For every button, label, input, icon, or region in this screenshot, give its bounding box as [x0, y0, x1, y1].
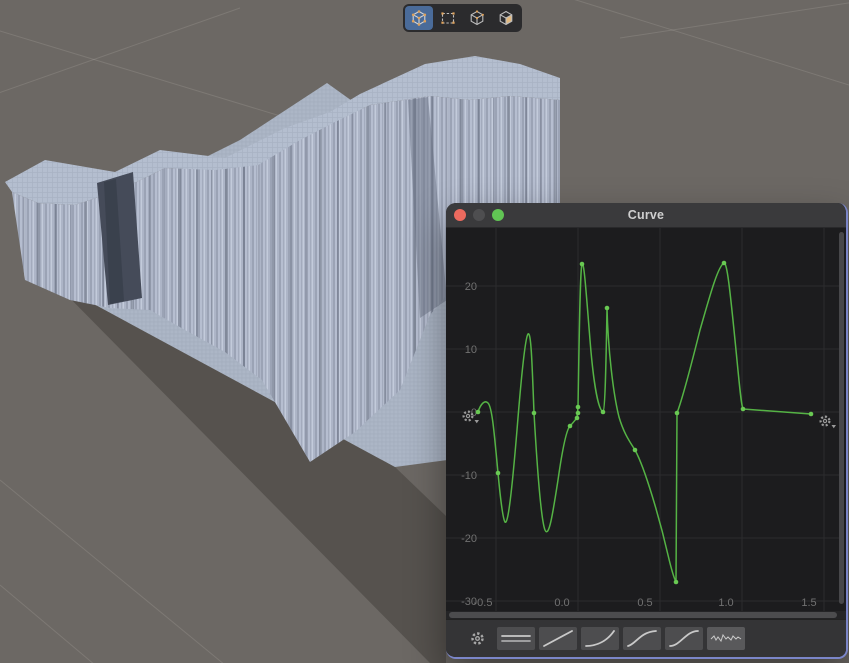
cube-points-mode-button[interactable]: [405, 6, 433, 30]
y-axis-tick-label: 20: [465, 281, 477, 293]
preset-ease-in-icon: [581, 627, 619, 650]
preset-s-curve-button[interactable]: [665, 627, 703, 650]
curve-plot-svg[interactable]: 20100-10-20-30-0.50.00.51.01.5: [446, 228, 842, 613]
y-axis-tick-label: 10: [465, 344, 477, 356]
x-axis-tick-label: 0.5: [637, 597, 652, 609]
gear-icon: [470, 631, 485, 646]
preset-linear-button[interactable]: [539, 627, 577, 650]
preset-settings-gear[interactable]: [470, 631, 485, 646]
cube-face-mode-button[interactable]: [492, 6, 520, 30]
x-axis-tick-label: 1.0: [718, 597, 733, 609]
x-axis-tick-label: -0.5: [474, 597, 493, 609]
cube-wireframe-icon: [468, 9, 486, 27]
curve-control-point[interactable]: [576, 411, 581, 416]
curve-control-point[interactable]: [496, 471, 501, 476]
curve-control-point[interactable]: [568, 424, 573, 429]
curve-control-point[interactable]: [809, 412, 814, 417]
dropdown-arrow-icon: [475, 420, 480, 423]
vertical-scrollbar-thumb[interactable]: [839, 232, 844, 604]
x-axis-tick-label: 0.0: [554, 597, 569, 609]
curve-control-point[interactable]: [576, 405, 581, 410]
preset-ease-out-icon: [623, 627, 661, 650]
curve-control-point[interactable]: [675, 411, 680, 416]
preset-constant-button[interactable]: [497, 627, 535, 650]
gear-icon: [817, 414, 839, 430]
preset-linear-icon: [539, 627, 577, 650]
window-titlebar[interactable]: Curve: [446, 203, 846, 228]
horizontal-scrollbar[interactable]: [446, 611, 846, 619]
preset-noise-icon: [707, 627, 745, 650]
curve-window: Curve 20100-10-20-30-0.50.00.51.01.5: [446, 203, 848, 659]
curve-control-point[interactable]: [580, 262, 585, 267]
cube-points-icon: [410, 9, 428, 27]
curve-control-point[interactable]: [722, 261, 727, 266]
y-axis-tick-label: -10: [461, 470, 477, 482]
window-title: Curve: [446, 208, 846, 222]
horizontal-scrollbar-thumb[interactable]: [449, 612, 837, 618]
dropdown-arrow-icon: [832, 425, 837, 428]
curve-end-gear[interactable]: [817, 414, 839, 430]
curve-control-point[interactable]: [605, 306, 610, 311]
preset-toolbar: [446, 619, 846, 657]
curve-control-point[interactable]: [633, 448, 638, 453]
curve-control-point[interactable]: [674, 580, 679, 585]
marquee-select-icon: [439, 9, 457, 27]
preset-ease-out-button[interactable]: [623, 627, 661, 650]
curve-control-point[interactable]: [741, 407, 746, 412]
y-axis-tick-label: -20: [461, 533, 477, 545]
vertical-scrollbar[interactable]: [839, 232, 844, 604]
curve-plot-area[interactable]: 20100-10-20-30-0.50.00.51.01.5: [446, 228, 846, 619]
app-root: Curve 20100-10-20-30-0.50.00.51.01.5: [0, 0, 849, 663]
preset-s-curve-icon: [665, 627, 703, 650]
cube-face-icon: [497, 9, 515, 27]
curve-path[interactable]: [478, 263, 811, 582]
x-axis-tick-label: 1.5: [801, 597, 816, 609]
cube-wireframe-mode-button[interactable]: [463, 6, 491, 30]
gear-icon: [460, 409, 482, 425]
preset-ease-in-button[interactable]: [581, 627, 619, 650]
mode-toolbar: [403, 4, 522, 32]
preset-constant-icon: [497, 627, 535, 650]
preset-noise-button[interactable]: [707, 627, 745, 650]
curve-control-point[interactable]: [575, 416, 580, 421]
curve-control-point[interactable]: [601, 410, 606, 415]
marquee-select-mode-button[interactable]: [434, 6, 462, 30]
curve-start-gear[interactable]: [460, 409, 482, 425]
curve-control-point[interactable]: [532, 411, 537, 416]
